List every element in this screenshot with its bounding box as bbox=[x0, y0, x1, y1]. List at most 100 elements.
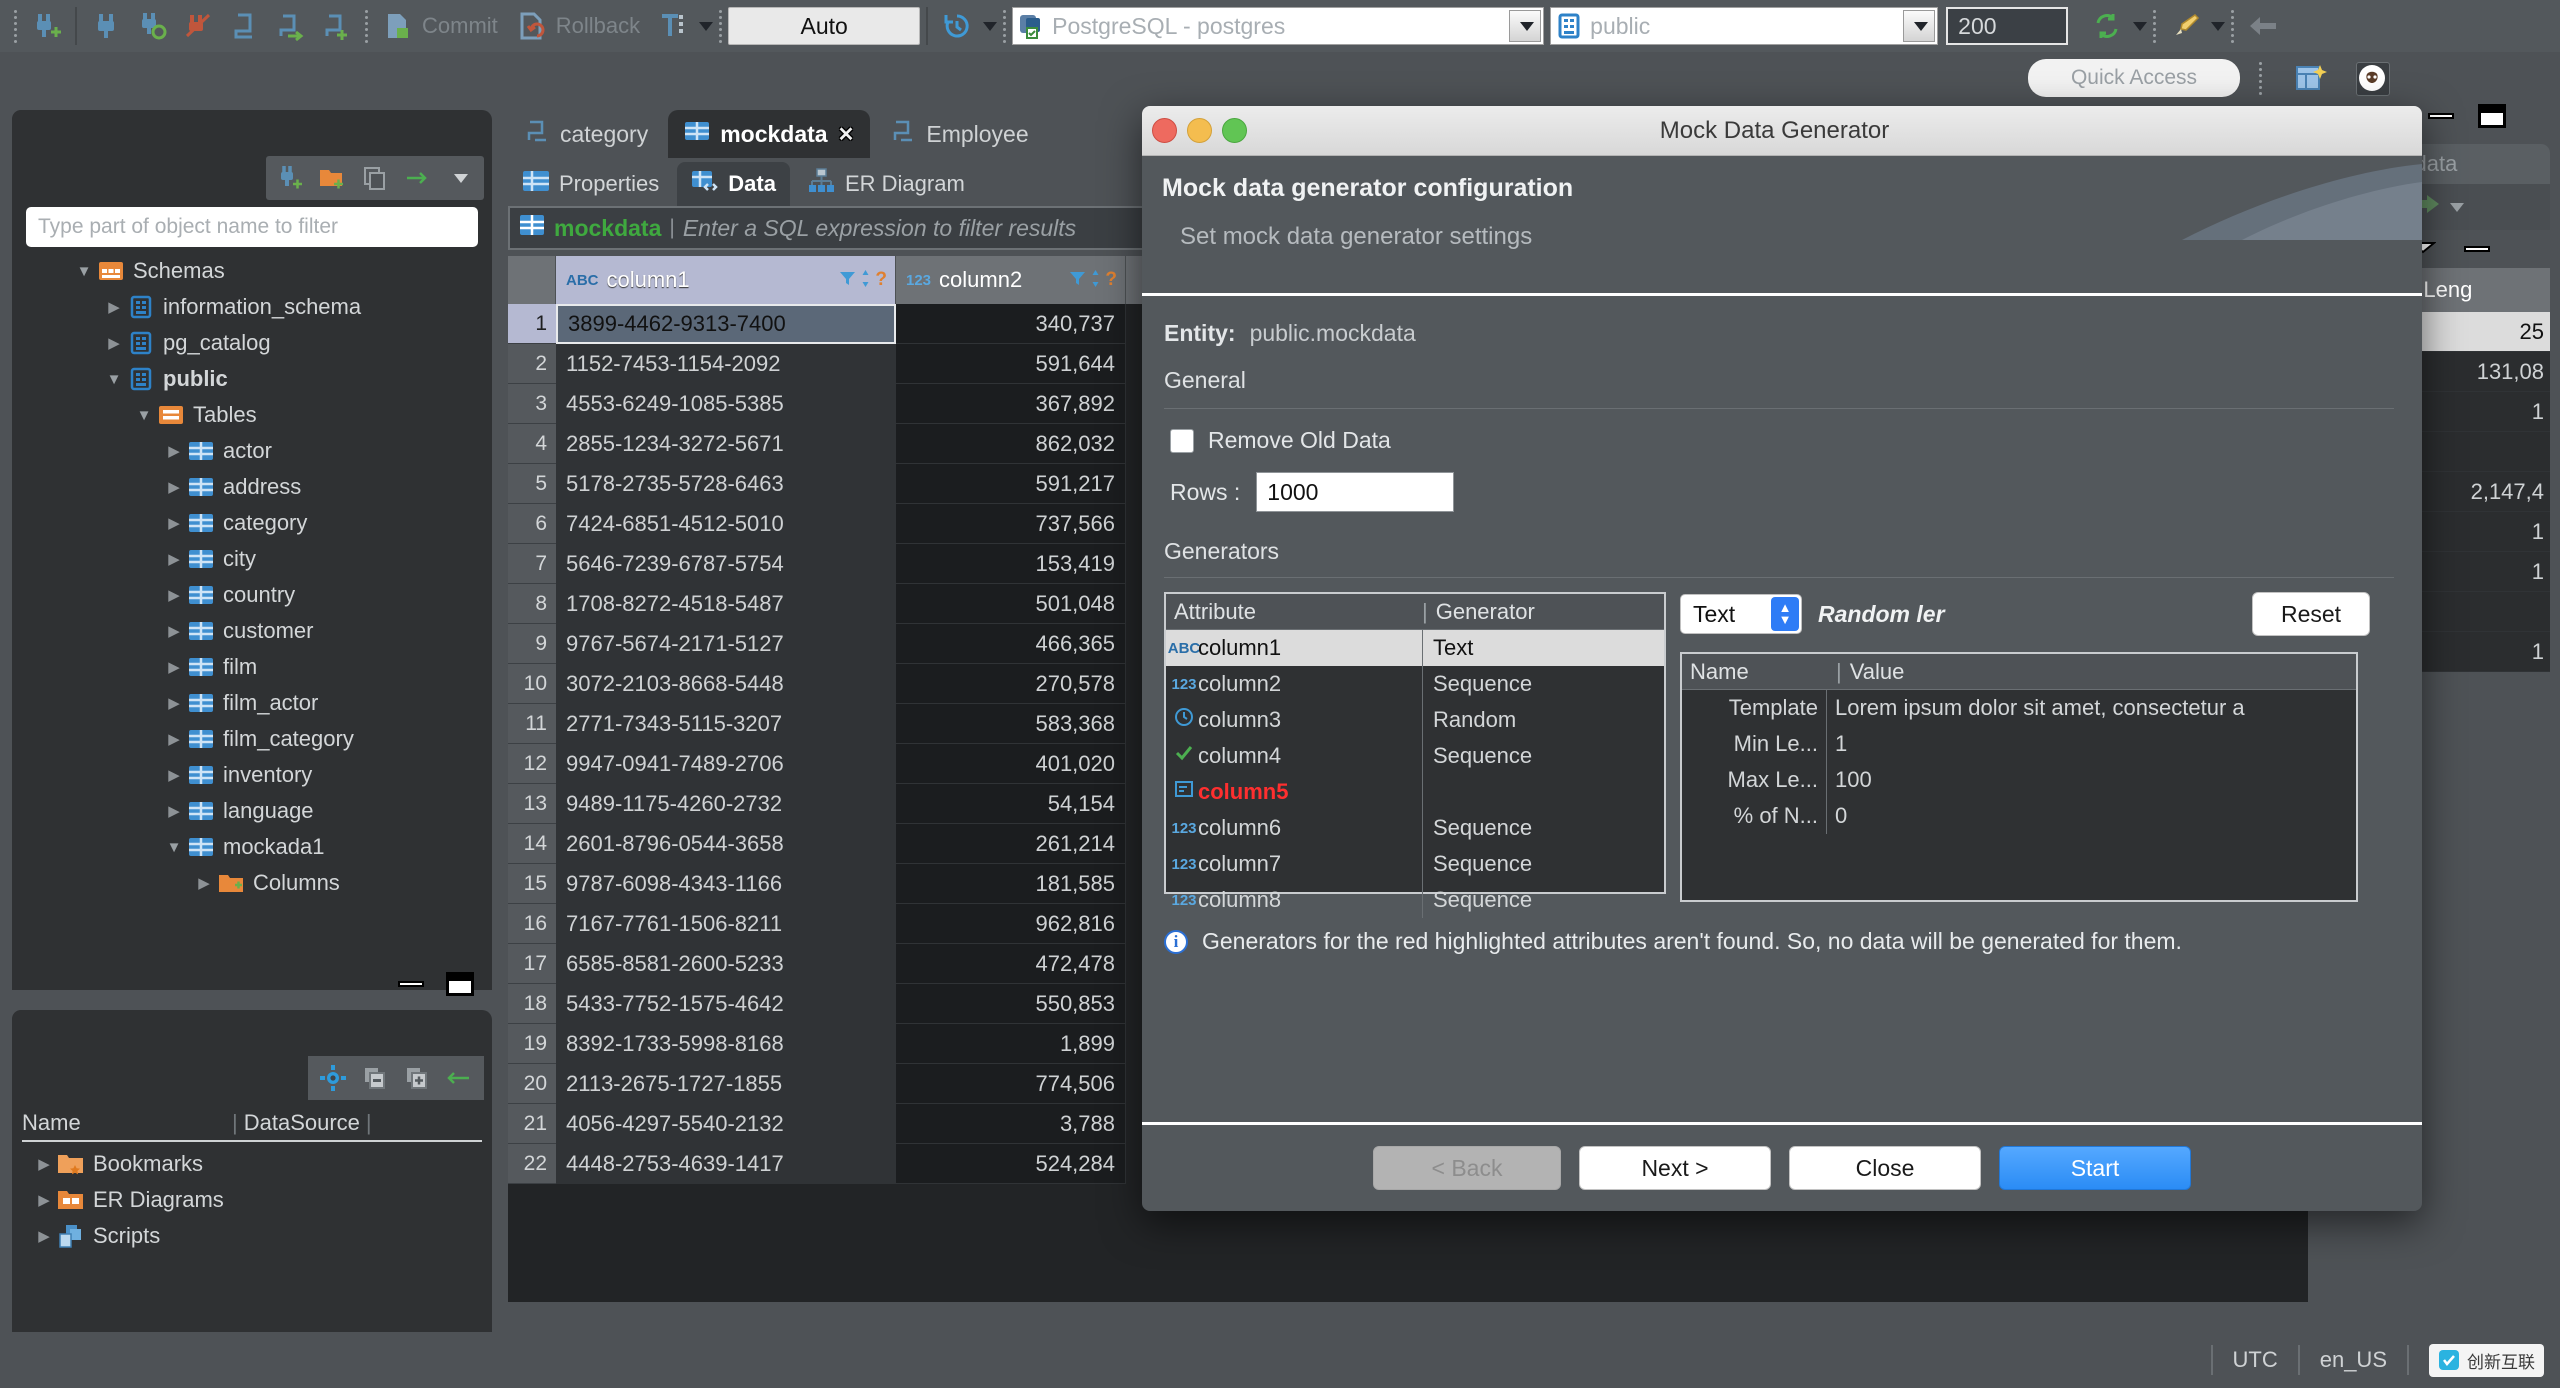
tree-item-film[interactable]: ▶ film bbox=[22, 649, 488, 685]
quick-access-input[interactable]: Quick Access bbox=[2028, 59, 2240, 97]
tree-item-address[interactable]: ▶ address bbox=[22, 469, 488, 505]
connect-icon[interactable] bbox=[83, 6, 129, 46]
minimize-icon[interactable] bbox=[2428, 113, 2454, 119]
maximize-icon[interactable] bbox=[2478, 104, 2506, 128]
chevron-right-icon[interactable]: ▶ bbox=[162, 802, 186, 820]
toolbar-grip-3[interactable] bbox=[717, 8, 724, 44]
cell-column2[interactable]: 340,737 bbox=[896, 304, 1126, 344]
tree-item-information-schema[interactable]: ▶ information_schema bbox=[22, 289, 488, 325]
chevron-right-icon[interactable]: ▶ bbox=[162, 550, 186, 568]
tree-item-language[interactable]: ▶ language bbox=[22, 793, 488, 829]
minimize-icon[interactable] bbox=[398, 981, 424, 987]
tab-data[interactable]: Data bbox=[677, 162, 790, 206]
chevron-right-icon[interactable]: ▶ bbox=[162, 694, 186, 712]
cell-column2[interactable]: 261,214 bbox=[896, 824, 1126, 864]
expand-icon[interactable] bbox=[396, 1058, 438, 1098]
next-filter-caret-icon[interactable] bbox=[2450, 202, 2464, 212]
minimize-window-button[interactable] bbox=[1187, 118, 1212, 143]
editor-tab-employee[interactable]: Employee bbox=[874, 110, 1044, 158]
cell-column1[interactable]: 9489-1175-4260-2732 bbox=[556, 784, 896, 824]
tree-item-country[interactable]: ▶ country bbox=[22, 577, 488, 613]
cell-column1[interactable]: 9767-5674-2171-5127 bbox=[556, 624, 896, 664]
tree-item-category[interactable]: ▶ category bbox=[22, 505, 488, 541]
generator-row[interactable]: column5 bbox=[1166, 774, 1664, 810]
column-header-column1[interactable]: ABC column1 ? bbox=[556, 256, 896, 304]
help-icon[interactable]: ? bbox=[1105, 269, 1117, 291]
cell-column1[interactable]: 1152-7453-1154-2092 bbox=[556, 344, 896, 384]
filter-expression-input[interactable]: Enter a SQL expression to filter results bbox=[683, 215, 1076, 242]
cell-column1[interactable]: 1708-8272-4518-5487 bbox=[556, 584, 896, 624]
maximize-window-button[interactable] bbox=[1222, 118, 1247, 143]
close-button[interactable]: Close bbox=[1789, 1146, 1981, 1190]
tree-item-constraints[interactable]: ▶Constraints bbox=[22, 901, 488, 903]
cell-column1[interactable]: 4553-6249-1085-5385 bbox=[556, 384, 896, 424]
cell-column1[interactable]: 5178-2735-5728-6463 bbox=[556, 464, 896, 504]
perspective-icon[interactable] bbox=[2294, 62, 2328, 96]
generator-row[interactable]: column3 Random bbox=[1166, 702, 1664, 738]
tree-item-pg-catalog[interactable]: ▶ pg_catalog bbox=[22, 325, 488, 361]
cell-column1[interactable]: 9787-6098-4343-1166 bbox=[556, 864, 896, 904]
link-arrow-icon[interactable] bbox=[438, 1058, 480, 1098]
cell-column2[interactable]: 524,284 bbox=[896, 1144, 1126, 1184]
filter-icon[interactable] bbox=[839, 267, 856, 293]
connection-dropdown-arrow-icon[interactable] bbox=[1509, 10, 1542, 42]
cell-column1[interactable]: 9947-0941-7489-2706 bbox=[556, 744, 896, 784]
chevron-down-icon[interactable]: ▼ bbox=[132, 407, 156, 424]
cell-column2[interactable]: 181,585 bbox=[896, 864, 1126, 904]
list-item[interactable]: ▶ ER Diagrams bbox=[22, 1182, 482, 1218]
transaction-mode-caret-icon[interactable] bbox=[699, 21, 714, 31]
auto-commit-select[interactable]: Auto bbox=[728, 7, 921, 45]
stepper-icon[interactable]: ▲ ▼ bbox=[1771, 597, 1799, 631]
connection-select[interactable]: PostgreSQL - postgres bbox=[1012, 7, 1545, 45]
tree-item-film-category[interactable]: ▶ film_category bbox=[22, 721, 488, 757]
tree-item-inventory[interactable]: ▶ inventory bbox=[22, 757, 488, 793]
tree-item-tables[interactable]: ▼ Tables bbox=[22, 397, 488, 433]
dialog-titlebar[interactable]: Mock Data Generator bbox=[1142, 106, 2422, 156]
chevron-right-icon[interactable]: ▶ bbox=[162, 730, 186, 748]
filter-icon[interactable] bbox=[1069, 267, 1086, 293]
copy-icon[interactable] bbox=[354, 158, 396, 198]
chevron-right-icon[interactable]: ▶ bbox=[102, 334, 126, 352]
generator-row[interactable]: 123 column2 Sequence bbox=[1166, 666, 1664, 702]
cell-column1[interactable]: 5646-7239-6787-5754 bbox=[556, 544, 896, 584]
cell-column1[interactable]: 2855-1234-3272-5671 bbox=[556, 424, 896, 464]
quickbar-grip[interactable] bbox=[2257, 60, 2264, 96]
chevron-down-icon[interactable] bbox=[438, 158, 480, 198]
generator-row[interactable]: 123 column7 Sequence bbox=[1166, 846, 1664, 882]
cell-column2[interactable]: 862,032 bbox=[896, 424, 1126, 464]
chevron-right-icon[interactable]: ▶ bbox=[162, 622, 186, 640]
cell-column2[interactable]: 466,365 bbox=[896, 624, 1126, 664]
new-folder-icon[interactable] bbox=[312, 158, 354, 198]
generator-row[interactable]: 123 column8 Sequence bbox=[1166, 882, 1664, 918]
cell-column1[interactable]: 5433-7752-1575-4642 bbox=[556, 984, 896, 1024]
chevron-right-icon[interactable]: ▶ bbox=[162, 514, 186, 532]
next-button[interactable]: Next > bbox=[1579, 1146, 1771, 1190]
generator-row[interactable]: column4 Sequence bbox=[1166, 738, 1664, 774]
tab-properties[interactable]: Properties bbox=[508, 162, 673, 206]
properties-table[interactable]: Name | Value Template Lorem ipsum dolor s… bbox=[1680, 652, 2358, 902]
cell-column1[interactable]: 8392-1733-5998-8168 bbox=[556, 1024, 896, 1064]
generator-row[interactable]: ABC column1 Text bbox=[1166, 630, 1664, 666]
cell-column2[interactable]: 591,217 bbox=[896, 464, 1126, 504]
cell-column2[interactable]: 1,899 bbox=[896, 1024, 1126, 1064]
refresh-caret-icon[interactable] bbox=[2133, 21, 2148, 31]
object-filter-input[interactable]: Type part of object name to filter bbox=[26, 207, 478, 247]
cell-column2[interactable]: 153,419 bbox=[896, 544, 1126, 584]
toolbar-grip-5[interactable] bbox=[2151, 8, 2158, 44]
toolbar-grip-2[interactable] bbox=[363, 8, 370, 44]
cell-column1[interactable]: 4056-4297-5540-2132 bbox=[556, 1104, 896, 1144]
marker-icon[interactable] bbox=[2162, 6, 2208, 46]
property-row[interactable]: Template Lorem ipsum dolor sit amet, cons… bbox=[1682, 690, 2356, 726]
cell-column2[interactable]: 591,644 bbox=[896, 344, 1126, 384]
refresh-connection-icon[interactable] bbox=[129, 6, 175, 46]
column-header-column2[interactable]: 123 column2 ? bbox=[896, 256, 1126, 304]
reset-button[interactable]: Reset bbox=[2252, 592, 2370, 636]
cell-column2[interactable]: 3,788 bbox=[896, 1104, 1126, 1144]
commit-icon[interactable] bbox=[374, 6, 420, 46]
transaction-mode-icon[interactable] bbox=[650, 6, 696, 46]
tree-item-public[interactable]: ▼ public bbox=[22, 361, 488, 397]
fetch-size-input[interactable]: 200 bbox=[1946, 7, 2069, 45]
toolbar-grip[interactable] bbox=[12, 8, 19, 44]
chevron-right-icon[interactable]: ▶ bbox=[32, 1227, 56, 1245]
history-caret-icon[interactable] bbox=[983, 21, 998, 31]
